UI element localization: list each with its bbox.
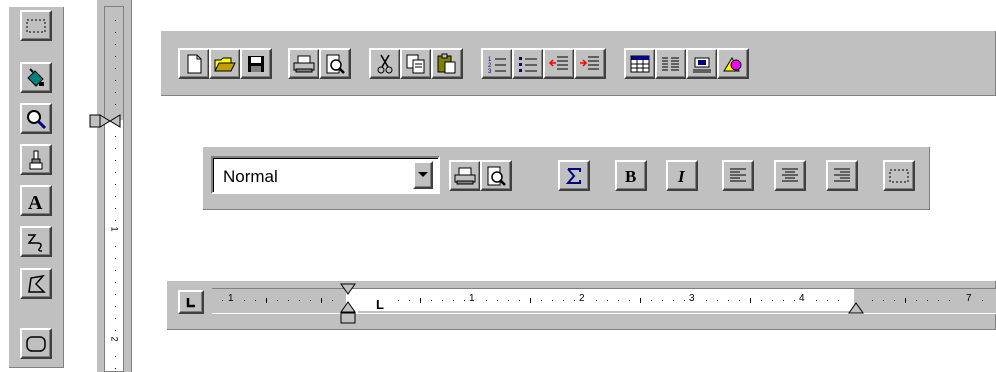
borders-button[interactable] [883,160,915,191]
bulleted-list-button[interactable] [512,48,544,79]
polygon-button[interactable] [20,268,52,299]
style-dropdown[interactable]: Normal [211,156,440,194]
align-left-button[interactable] [722,160,754,191]
print-button[interactable] [288,48,320,79]
numbered-list-icon: 123 [488,57,506,74]
autosum-button[interactable] [558,160,590,191]
italic-button[interactable]: I [666,160,698,191]
print-preview-icon [326,54,345,74]
ruler-label-2: 2 [579,293,585,304]
paintbrush-icon [29,150,43,169]
new-document-icon [187,54,202,73]
brush-button[interactable] [20,144,52,175]
magnifier-icon [27,109,47,129]
clipboard-icon [437,53,456,73]
bold-button[interactable]: B [615,160,647,191]
printer-icon [293,55,315,72]
freeform-line-button[interactable] [20,226,52,257]
new-document-button[interactable] [178,48,210,79]
sigma-icon [565,167,581,184]
tab-alignment-button[interactable] [178,290,204,314]
open-folder-icon [214,57,236,71]
rounded-rectangle-icon [26,335,46,352]
dotted-rectangle-icon [26,19,46,32]
vertical-ruler-label-2: 2 [109,336,120,342]
align-center-button[interactable] [774,160,806,191]
drawing-shapes-icon [723,56,742,71]
formatting-toolbar: Normal B I [202,146,930,210]
copy-icon [406,54,425,73]
ruler-ticks [222,298,983,313]
drawing-button[interactable] [717,48,749,79]
horizontal-ruler: 1 1 2 3 4 7 L [166,280,996,330]
polygon-icon [28,274,46,293]
floppy-disk-icon [248,55,264,72]
style-dropdown-arrow-button[interactable] [413,161,433,189]
left-tab-icon [186,298,195,308]
chevron-down-icon [418,172,428,177]
text-button[interactable]: A [20,185,52,216]
insert-table-button[interactable] [624,48,656,79]
align-center-icon [782,168,798,181]
decrease-indent-button[interactable] [543,48,575,79]
ruler-label-7: 7 [966,293,972,304]
insert-frame-button[interactable] [686,48,718,79]
increase-indent-icon [580,56,599,69]
frame-icon [693,57,711,72]
drawing-tool-palette: A [8,6,64,368]
format-print-preview-button[interactable] [480,160,512,191]
paste-button[interactable] [431,48,463,79]
cut-button[interactable] [369,48,401,79]
italic-icon: I [677,167,686,186]
print-preview-icon [487,166,506,186]
vertical-ruler-label-1: 1 [109,226,120,232]
columns-button[interactable] [655,48,687,79]
ruler-label-3: 3 [689,293,695,304]
left-tab-stop-marker[interactable]: L [376,297,384,312]
align-right-button[interactable] [826,160,858,191]
dotted-border-icon [889,169,909,182]
align-right-icon [834,168,850,181]
ruler-label-1-left: 1 [228,293,234,304]
increase-indent-button[interactable] [574,48,606,79]
scissors-icon [377,54,393,73]
vertical-ruler: 1 2 [89,0,132,372]
vertical-margin-marker[interactable] [88,112,132,130]
svg-text:A: A [28,192,43,212]
style-dropdown-value: Normal [223,167,278,186]
columns-icon [662,57,679,70]
ruler-label-4: 4 [799,293,805,304]
svg-text:I: I [677,167,686,186]
bulleted-list-icon [519,56,537,72]
align-left-icon [730,168,746,181]
bold-icon: B [625,167,636,186]
open-button[interactable] [209,48,241,79]
rounded-rectangle-button[interactable] [20,328,52,359]
format-print-button[interactable] [449,160,481,191]
letter-a-icon: A [28,192,43,212]
freeform-curve-icon [27,233,43,252]
standard-toolbar: 123 [160,30,996,96]
table-icon [630,55,650,72]
printer-icon [454,167,476,184]
print-preview-button[interactable] [319,48,351,79]
numbered-list-button[interactable]: 123 [481,48,513,79]
ruler-label-1: 1 [469,293,475,304]
decrease-indent-icon [548,56,568,69]
zoom-button[interactable] [20,103,52,134]
copy-button[interactable] [400,48,432,79]
svg-text:B: B [625,167,636,186]
fill-button[interactable] [20,62,52,93]
svg-text:3: 3 [488,69,492,74]
right-indent-marker[interactable] [846,300,866,316]
select-rectangle-button[interactable] [20,10,52,41]
left-indent-marker[interactable] [338,282,358,328]
paint-bucket-icon [27,67,44,87]
save-button[interactable] [240,48,272,79]
vertical-ruler-ticks [115,20,116,369]
